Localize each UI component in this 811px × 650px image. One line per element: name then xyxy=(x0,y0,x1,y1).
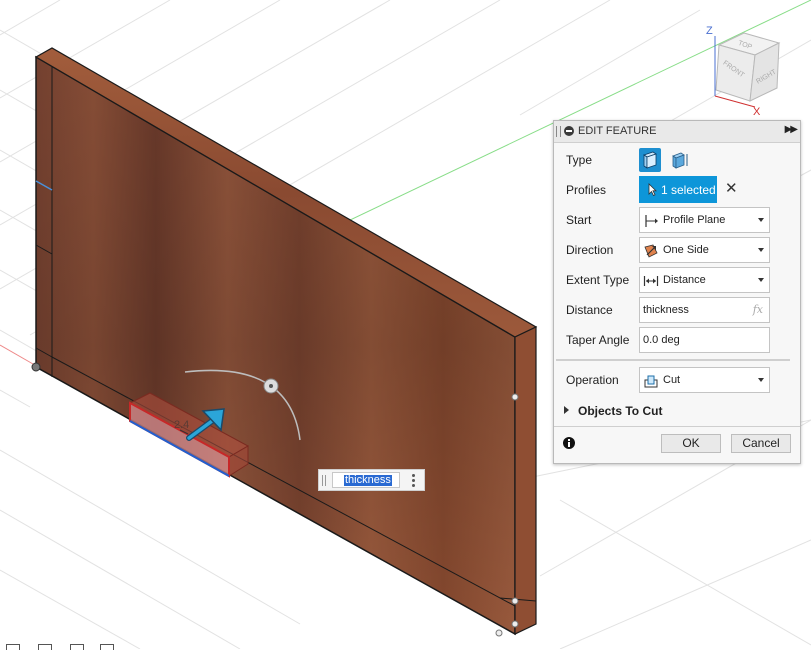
panel-title: EDIT FEATURE xyxy=(578,125,657,137)
toolbar-stub-icon[interactable] xyxy=(6,644,20,650)
origin-point[interactable] xyxy=(31,362,41,372)
edit-feature-panel: EDIT FEATURE ▶▶ Type Profiles 1 selected… xyxy=(553,120,801,464)
viewcube-z-label: Z xyxy=(706,25,713,37)
start-value: Profile Plane xyxy=(663,214,726,226)
distance-value[interactable]: thickness xyxy=(643,304,689,316)
cursor-arrow-icon xyxy=(648,183,657,196)
taper-angle-input[interactable]: 0.0 deg xyxy=(639,327,770,353)
thin-extrude-icon xyxy=(672,152,688,169)
inline-distance-input[interactable]: thickness xyxy=(318,469,425,491)
chevron-down-icon xyxy=(758,278,764,282)
chevron-down-icon xyxy=(758,218,764,222)
start-dropdown[interactable]: Profile Plane xyxy=(639,207,770,233)
clear-selection-icon[interactable]: ✕ xyxy=(725,181,738,196)
extrude-solid-icon xyxy=(643,151,657,169)
panel-grip-icon[interactable] xyxy=(556,126,561,137)
profiles-label: Profiles xyxy=(566,183,607,197)
type-label: Type xyxy=(566,153,593,167)
extent-type-label: Extent Type xyxy=(566,273,630,287)
chevron-down-icon xyxy=(758,378,764,382)
dimension-label: 2.4 xyxy=(174,419,189,431)
profiles-selection-button[interactable]: 1 selected xyxy=(639,176,717,203)
fx-icon[interactable]: fx xyxy=(753,303,763,316)
type-extrude-button[interactable] xyxy=(639,148,661,172)
panel-header[interactable]: EDIT FEATURE ▶▶ xyxy=(554,121,800,143)
cut-icon xyxy=(644,375,658,388)
taper-angle-value[interactable]: 0.0 deg xyxy=(643,334,680,346)
toolbar-stub-icon[interactable] xyxy=(70,644,84,650)
operation-label: Operation xyxy=(566,373,619,387)
inline-input-grip[interactable] xyxy=(322,475,326,486)
operation-value: Cut xyxy=(663,374,681,386)
inline-distance-field[interactable]: thickness xyxy=(332,472,400,488)
ok-button[interactable]: OK xyxy=(661,434,721,453)
type-thin-extrude-button[interactable] xyxy=(668,148,690,172)
panel-footer-divider xyxy=(554,426,800,427)
direction-value: One Side xyxy=(663,244,709,256)
distance-label: Distance xyxy=(566,303,613,317)
direction-dropdown[interactable]: One Side xyxy=(639,237,770,263)
collapse-icon[interactable] xyxy=(564,126,574,136)
view-cube[interactable]: TOP FRONT RIGHT Z X xyxy=(706,25,781,118)
board-side-face[interactable] xyxy=(514,326,537,635)
direction-label: Direction xyxy=(566,243,614,257)
one-side-icon xyxy=(644,244,658,258)
taper-angle-label: Taper Angle xyxy=(566,333,630,347)
distance-input[interactable]: thickness fx xyxy=(639,297,770,323)
cancel-button[interactable]: Cancel xyxy=(731,434,791,453)
toolbar-stub-icon[interactable] xyxy=(38,644,52,650)
distance-icon xyxy=(643,276,659,286)
operation-dropdown[interactable]: Cut xyxy=(639,367,770,393)
inline-distance-value[interactable]: thickness xyxy=(344,475,392,486)
objects-to-cut-label: Objects To Cut xyxy=(578,404,663,418)
more-options-icon[interactable] xyxy=(412,474,415,487)
start-label: Start xyxy=(566,213,592,227)
profile-plane-icon xyxy=(645,215,658,227)
chevron-down-icon xyxy=(758,248,764,252)
expand-panel-icon[interactable]: ▶▶ xyxy=(785,124,798,135)
info-icon[interactable] xyxy=(563,437,575,449)
extent-type-dropdown[interactable]: Distance xyxy=(639,267,770,293)
toolbar-stub-icon[interactable] xyxy=(100,644,114,650)
viewcube-x-label: X xyxy=(753,106,761,118)
profiles-selection-count: 1 selected xyxy=(661,183,716,197)
panel-divider xyxy=(556,359,790,361)
chevron-right-icon xyxy=(564,406,569,414)
extent-type-value: Distance xyxy=(663,274,706,286)
